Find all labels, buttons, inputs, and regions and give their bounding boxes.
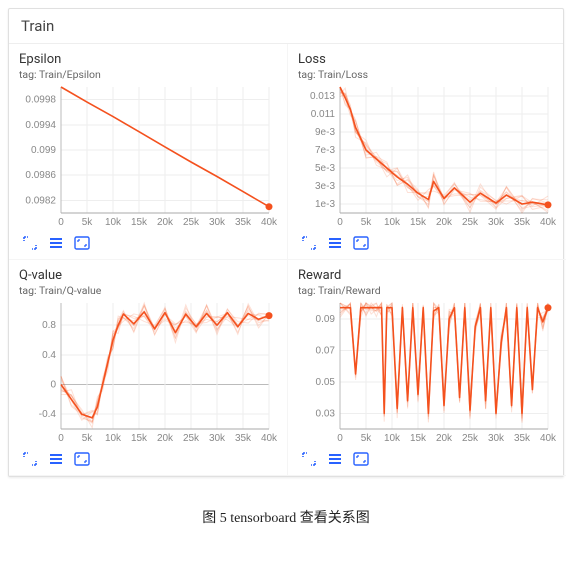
chart-title: Epsilon <box>19 52 277 67</box>
svg-text:1e-3: 1e-3 <box>315 199 335 210</box>
svg-text:0: 0 <box>58 217 64 228</box>
svg-text:5k: 5k <box>82 217 94 228</box>
svg-text:25k: 25k <box>183 217 200 228</box>
svg-text:7e-3: 7e-3 <box>315 145 335 156</box>
svg-text:35k: 35k <box>514 217 531 228</box>
chart-cell-reward[interactable]: Rewardtag: Train/Reward0.030.050.070.090… <box>287 260 566 476</box>
svg-text:0.09: 0.09 <box>316 314 336 325</box>
chart-toolbar <box>19 231 277 253</box>
expand-icon[interactable] <box>21 451 39 467</box>
expand-icon[interactable] <box>300 235 318 251</box>
chart-title: Q-value <box>19 268 277 283</box>
panel-title: Train <box>9 9 563 44</box>
chart-title: Loss <box>298 52 556 67</box>
list-icon[interactable] <box>47 451 65 467</box>
svg-text:35k: 35k <box>514 433 531 444</box>
svg-text:20k: 20k <box>157 433 174 444</box>
svg-text:0.05: 0.05 <box>316 377 336 388</box>
list-icon[interactable] <box>326 451 344 467</box>
svg-text:30k: 30k <box>488 217 505 228</box>
train-panel: Train Epsilontag: Train/Epsilon0.09820.0… <box>8 8 564 477</box>
svg-text:30k: 30k <box>209 433 226 444</box>
svg-text:0.0986: 0.0986 <box>25 170 56 181</box>
svg-text:40k: 40k <box>540 217 556 228</box>
chart-title: Reward <box>298 268 556 283</box>
list-icon[interactable] <box>47 235 65 251</box>
chart-cell-loss[interactable]: Losstag: Train/Loss 1e-3 3e-3 5e-3 7e-3 9e-3 0… <box>287 44 566 260</box>
svg-text:10k: 10k <box>105 217 122 228</box>
chart-toolbar <box>298 447 556 469</box>
chart-tag: tag: Train/Loss <box>298 68 556 81</box>
svg-text:40k: 40k <box>540 433 556 444</box>
svg-text:5k: 5k <box>361 217 373 228</box>
list-icon[interactable] <box>326 235 344 251</box>
svg-text:0: 0 <box>58 433 64 444</box>
svg-text:25k: 25k <box>462 217 479 228</box>
chart-tag: tag: Train/Epsilon <box>19 68 277 81</box>
expand-icon[interactable] <box>21 235 39 251</box>
fullscreen-icon[interactable] <box>352 451 370 467</box>
svg-text:0.013: 0.013 <box>310 91 335 102</box>
svg-text:0.0982: 0.0982 <box>25 195 56 206</box>
chart-cell-epsilon[interactable]: Epsilontag: Train/Epsilon0.09820.09860.0… <box>9 44 287 260</box>
svg-text:30k: 30k <box>488 433 505 444</box>
chart-tag: tag: Train/Reward <box>298 284 556 297</box>
svg-text:5k: 5k <box>361 433 373 444</box>
svg-text:0.4: 0.4 <box>42 350 56 361</box>
svg-text:15k: 15k <box>410 217 427 228</box>
charts-grid: Epsilontag: Train/Epsilon0.09820.09860.0… <box>9 44 563 476</box>
svg-text:15k: 15k <box>131 433 148 444</box>
chart-tag: tag: Train/Q-value <box>19 284 277 297</box>
svg-text:20k: 20k <box>157 217 174 228</box>
chart-svg: -0.4 0 0.4 0.8 0 5k 10k 15k 20k 25k 30k 35k 40k <box>19 297 277 447</box>
svg-text:0.0998: 0.0998 <box>25 95 56 106</box>
svg-text:10k: 10k <box>384 433 401 444</box>
svg-text:25k: 25k <box>183 433 200 444</box>
svg-text:0.0994: 0.0994 <box>25 120 56 131</box>
fullscreen-icon[interactable] <box>73 235 91 251</box>
svg-text:10k: 10k <box>105 433 122 444</box>
chart-svg: 0.0982 0.0986 0.099 0.0994 0.0998 0 5k 10k 15k 20… <box>19 81 277 231</box>
svg-text:3e-3: 3e-3 <box>315 181 335 192</box>
svg-text:40k: 40k <box>261 217 277 228</box>
svg-text:20k: 20k <box>436 433 453 444</box>
chart-toolbar <box>19 447 277 469</box>
svg-text:35k: 35k <box>235 217 252 228</box>
svg-text:10k: 10k <box>384 217 401 228</box>
svg-text:9e-3: 9e-3 <box>315 127 335 138</box>
svg-text:30k: 30k <box>209 217 226 228</box>
svg-text:25k: 25k <box>462 433 479 444</box>
svg-text:0.03: 0.03 <box>316 408 336 419</box>
svg-text:15k: 15k <box>410 433 427 444</box>
svg-text:0.011: 0.011 <box>311 109 336 120</box>
figure-caption: 图 5 tensorboard 查看关系图 <box>0 485 572 541</box>
svg-text:0: 0 <box>337 217 343 228</box>
chart-svg: 0.03 0.05 0.07 0.09 0 5k 10k 15k 20k 25k 30k 35k 40k <box>298 297 556 447</box>
svg-text:20k: 20k <box>436 217 453 228</box>
fullscreen-icon[interactable] <box>352 235 370 251</box>
svg-text:35k: 35k <box>235 433 252 444</box>
svg-text:0.8: 0.8 <box>42 320 56 331</box>
svg-text:0: 0 <box>337 433 343 444</box>
chart-svg: 1e-3 3e-3 5e-3 7e-3 9e-3 0.011 0.013 0 5k 10k 15k 2… <box>298 81 556 231</box>
svg-text:5k: 5k <box>82 433 94 444</box>
svg-text:5e-3: 5e-3 <box>315 163 335 174</box>
fullscreen-icon[interactable] <box>73 451 91 467</box>
expand-icon[interactable] <box>300 451 318 467</box>
chart-toolbar <box>298 231 556 253</box>
svg-text:15k: 15k <box>131 217 148 228</box>
chart-cell-qvalue[interactable]: Q-valuetag: Train/Q-value -0.4 0 0.4 0.8 0 5k 1… <box>9 260 287 476</box>
svg-text:0.099: 0.099 <box>31 145 56 156</box>
svg-text:0.07: 0.07 <box>316 345 336 356</box>
svg-text:40k: 40k <box>261 433 277 444</box>
svg-text:-0.4: -0.4 <box>39 409 57 420</box>
svg-text:0: 0 <box>50 380 56 391</box>
